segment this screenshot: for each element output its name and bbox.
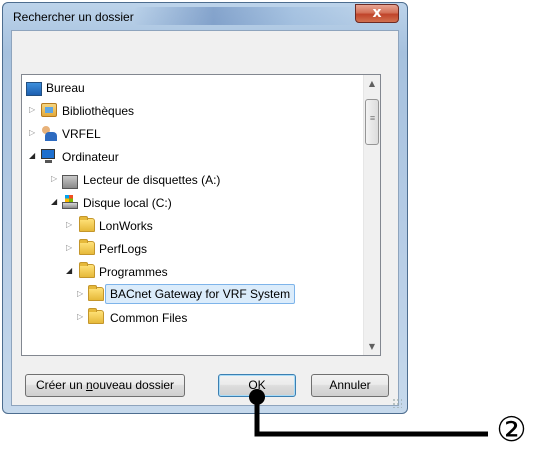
annotation-number: ②	[496, 410, 527, 450]
callout-line	[254, 398, 488, 437]
annotation-callout	[249, 389, 488, 437]
callout-dot	[249, 389, 265, 405]
